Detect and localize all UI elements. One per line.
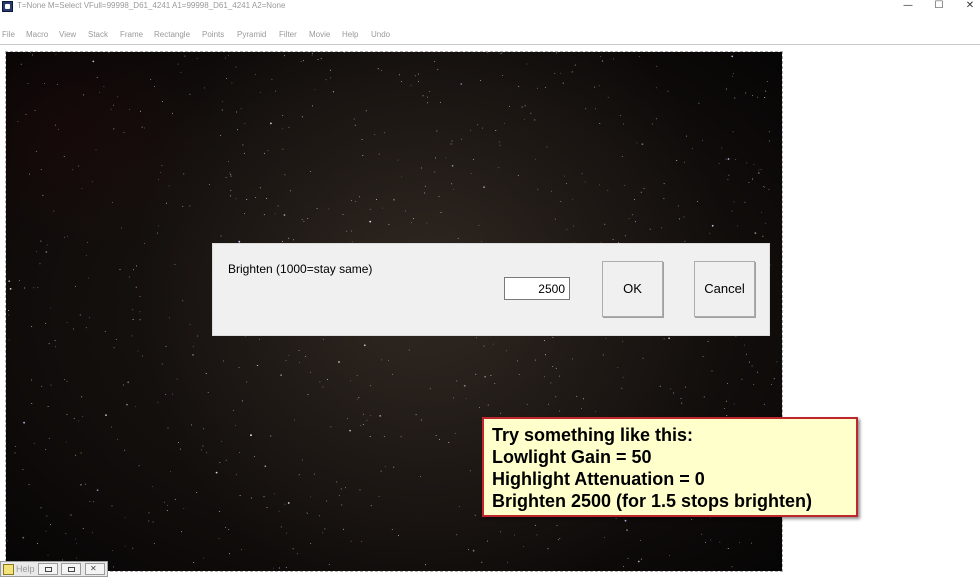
menu-filter[interactable]: Filter	[279, 29, 297, 41]
help-maximize-button[interactable]	[61, 563, 81, 575]
help-window-label: Help	[16, 564, 35, 574]
title-bar: T=None M=Select VFull=99998_D61_4241 A1=…	[0, 0, 980, 13]
menu-file[interactable]: File	[2, 29, 15, 41]
brighten-dialog: Brighten (1000=stay same) OK Cancel	[212, 243, 770, 336]
instruction-callout: Try something like this: Lowlight Gain =…	[482, 417, 858, 517]
menu-help[interactable]: Help	[342, 29, 358, 41]
menu-frame[interactable]: Frame	[120, 29, 143, 41]
brighten-value-input[interactable]	[504, 277, 570, 300]
menu-points[interactable]: Points	[202, 29, 224, 41]
maximize-button[interactable]: ☐	[924, 0, 954, 13]
callout-line: Lowlight Gain = 50	[492, 447, 652, 467]
menu-rectangle[interactable]: Rectangle	[154, 29, 190, 41]
minimize-button[interactable]: —	[893, 0, 923, 13]
app-icon[interactable]	[2, 1, 13, 12]
menu-divider	[0, 44, 980, 45]
menu-bar: File Macro View Stack Frame Rectangle Po…	[0, 28, 980, 42]
help-restore-button[interactable]	[38, 563, 58, 575]
brighten-label: Brighten (1000=stay same)	[228, 262, 373, 276]
callout-line: Highlight Attenuation = 0	[492, 469, 705, 489]
menu-undo[interactable]: Undo	[371, 29, 390, 41]
ok-button[interactable]: OK	[602, 261, 663, 317]
menu-movie[interactable]: Movie	[309, 29, 330, 41]
help-close-button[interactable]	[85, 563, 105, 575]
menu-stack[interactable]: Stack	[88, 29, 108, 41]
callout-line: Brighten 2500 (for 1.5 stops brighten)	[492, 491, 813, 511]
menu-view[interactable]: View	[59, 29, 76, 41]
callout-line: Try something like this:	[492, 425, 694, 445]
menu-macro[interactable]: Macro	[26, 29, 48, 41]
close-button[interactable]: ✕	[955, 0, 980, 13]
window-title: T=None M=Select VFull=99998_D61_4241 A1=…	[17, 1, 286, 10]
cancel-button[interactable]: Cancel	[694, 261, 755, 317]
help-book-icon	[3, 564, 14, 575]
help-window-minimized[interactable]: Help	[0, 561, 108, 577]
menu-pyramid[interactable]: Pyramid	[237, 29, 266, 41]
